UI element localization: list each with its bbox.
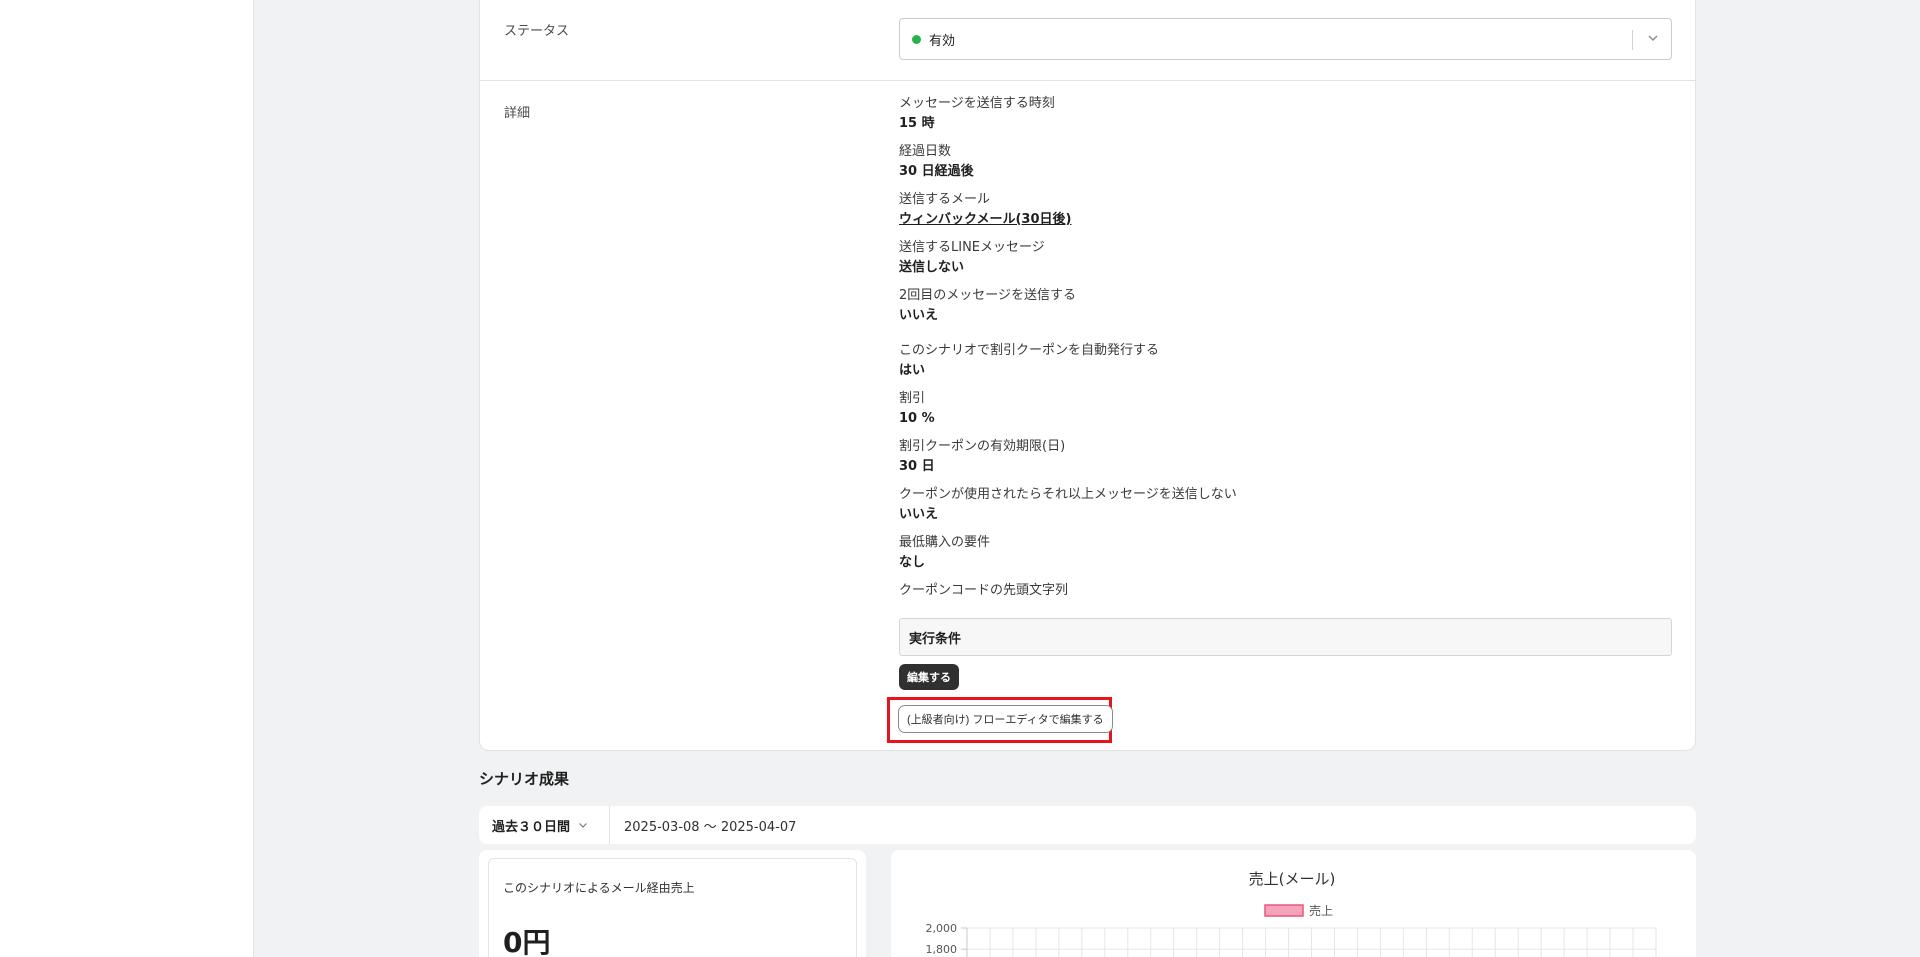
detail-key: クーポンが使用されたらそれ以上メッセージを送信しない <box>899 487 1237 502</box>
metric-value: 0円 <box>503 926 551 957</box>
detail-item-send-time: メッセージを送信する時刻 15 時 <box>899 94 1672 133</box>
detail-value: はい <box>899 363 926 378</box>
detail-key: 送信するメール <box>899 192 991 207</box>
detail-item-second-message: 2回目のメッセージを送信する いいえ <box>899 286 1672 325</box>
status-active-dot <box>912 34 921 44</box>
detail-key: 最低購入の要件 <box>899 535 991 550</box>
edit-button[interactable]: 編集する <box>899 664 959 690</box>
detail-item-coupon-expiry: 割引クーポンの有効期限(日) 30 日 <box>899 437 1672 476</box>
scenario-settings-card: ステータス 有効 詳細 メッセージを送信する時刻 15 時 経過日数 30 日経… <box>479 0 1696 751</box>
detail-key: 割引クーポンの有効期限(日) <box>899 439 1066 454</box>
detail-value: 10 % <box>899 411 935 426</box>
detail-key: 割引 <box>899 391 926 406</box>
status-value: 有効 <box>929 33 956 49</box>
detail-item-discount: 割引 10 % <box>899 389 1672 428</box>
metric-card: このシナリオによるメール経由売上 0円 <box>479 850 866 957</box>
detail-list: メッセージを送信する時刻 15 時 経過日数 30 日経過後 送信するメール ウ… <box>899 94 1672 610</box>
metric-inner: このシナリオによるメール経由売上 0円 <box>488 858 857 957</box>
detail-value: 15 時 <box>899 116 935 131</box>
detail-value: 30 日 <box>899 459 935 474</box>
sales-chart: 売上(メール) 売上 2,000 1,800 <box>926 870 1657 957</box>
detail-value: なし <box>899 555 926 570</box>
range-dates: 2025-03-08 〜 2025-04-07 <box>624 819 797 835</box>
detail-item-min-purchase: 最低購入の要件 なし <box>899 533 1672 572</box>
detail-value: いいえ <box>899 507 939 522</box>
row-divider <box>480 80 1695 81</box>
detail-key: 経過日数 <box>899 144 952 159</box>
detail-value: いいえ <box>899 308 939 323</box>
select-separator <box>1632 30 1633 50</box>
chevron-down-icon <box>579 823 587 828</box>
status-label: ステータス <box>504 24 570 39</box>
range-select[interactable]: 過去３０日間 <box>479 806 610 844</box>
chart-title: 売上(メール) <box>1249 870 1336 888</box>
detail-item-elapsed-days: 経過日数 30 日経過後 <box>899 142 1672 181</box>
detail-value: 送信しない <box>899 260 965 275</box>
y-tick-label: 1,800 <box>926 943 958 956</box>
detail-key: メッセージを送信する時刻 <box>899 96 1055 111</box>
chevron-down-icon <box>1648 35 1658 41</box>
detail-key: 2回目のメッセージを送信する <box>899 288 1077 303</box>
detail-item-line-message: 送信するLINEメッセージ 送信しない <box>899 238 1672 277</box>
range-select-label: 過去３０日間 <box>492 819 571 835</box>
detail-item-mail: 送信するメール ウィンバックメール(30日後) <box>899 190 1672 229</box>
detail-value: 30 日経過後 <box>899 164 974 179</box>
mail-template-link[interactable]: ウィンバックメール(30日後) <box>899 210 1672 229</box>
detail-key: 送信するLINEメッセージ <box>899 240 1045 255</box>
results-section-title: シナリオ成果 <box>479 770 570 788</box>
detail-label: 詳細 <box>504 106 531 121</box>
detail-item-coupon-prefix: クーポンコードの先頭文字列 <box>899 581 1672 601</box>
flow-editor-button[interactable]: (上級者向け) フローエディタで編集する <box>898 705 1113 733</box>
detail-item-auto-coupon: このシナリオで割引クーポンを自動発行する はい <box>899 341 1672 380</box>
sales-chart-card: 売上(メール) 売上 2,000 1,800 <box>891 850 1696 957</box>
legend-swatch <box>1264 904 1304 917</box>
detail-key: クーポンコードの先頭文字列 <box>899 583 1069 598</box>
conditions-box: 実行条件 <box>899 618 1672 656</box>
y-tick-label: 2,000 <box>926 922 958 935</box>
legend-label: 売上 <box>1309 903 1333 918</box>
detail-key: このシナリオで割引クーポンを自動発行する <box>899 343 1160 358</box>
date-range-bar: 過去３０日間 2025-03-08 〜 2025-04-07 <box>479 806 1696 844</box>
status-select[interactable]: 有効 <box>899 18 1672 60</box>
detail-item-stop-on-use: クーポンが使用されたらそれ以上メッセージを送信しない いいえ <box>899 485 1672 524</box>
metric-label: このシナリオによるメール経由売上 <box>503 881 695 895</box>
left-rail <box>0 0 254 957</box>
